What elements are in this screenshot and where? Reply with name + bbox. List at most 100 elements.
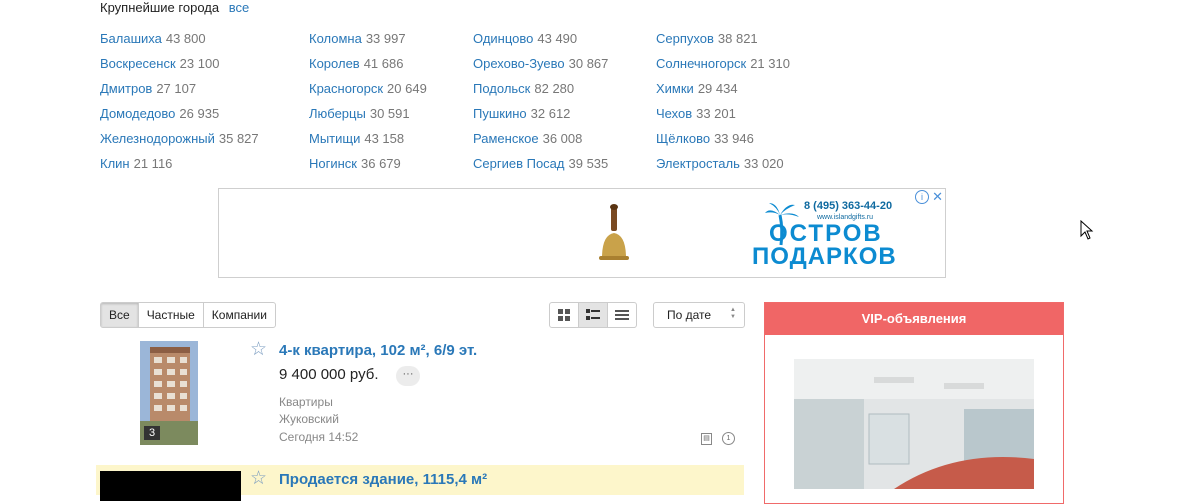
- city-link[interactable]: Химки: [656, 81, 694, 96]
- city-count: 21 116: [133, 156, 173, 171]
- list-view-icon[interactable]: [579, 303, 608, 327]
- city-count: 27 107: [156, 81, 197, 96]
- city-item: Чехов 33 201: [656, 106, 790, 131]
- sort-select[interactable]: По дате ▲ ▼: [653, 302, 745, 328]
- city-link[interactable]: Балашиха: [100, 31, 162, 46]
- mouse-cursor-icon: [1080, 220, 1094, 240]
- city-count: 23 100: [179, 56, 220, 71]
- filter-companies[interactable]: Компании: [204, 303, 275, 327]
- photo-count: 3: [144, 426, 161, 440]
- vip-panel: VIP-объявления: [764, 302, 1064, 504]
- city-link[interactable]: Королев: [309, 56, 360, 71]
- city-item: Солнечногорск 21 310: [656, 56, 790, 81]
- listing-date: Сегодня 14:52: [279, 430, 359, 444]
- city-link[interactable]: Щёлково: [656, 131, 710, 146]
- listing-item[interactable]: 3 ☆ 4-к квартира, 102 м², 6/9 эт. 9 400 …: [96, 336, 744, 456]
- city-link[interactable]: Воскресенск: [100, 56, 176, 71]
- city-count: 30 591: [369, 106, 410, 121]
- city-count: 39 535: [568, 156, 609, 171]
- favorite-star-icon[interactable]: ☆: [250, 338, 267, 361]
- city-count: 21 310: [750, 56, 790, 71]
- seller-filter: Все Частные Компании: [100, 302, 276, 328]
- city-count: 82 280: [534, 81, 575, 96]
- city-count: 20 649: [387, 81, 427, 96]
- cities-column-2: Коломна 33 997 Королев 41 686 Красногорск 20 …: [309, 31, 427, 181]
- close-icon[interactable]: ✕: [932, 189, 943, 205]
- filter-private[interactable]: Частные: [139, 303, 204, 327]
- city-link[interactable]: Орехово-Зуево: [473, 56, 565, 71]
- grid-view-icon[interactable]: [550, 303, 579, 327]
- listing-price: 9 400 000 руб.: [279, 366, 379, 383]
- city-link[interactable]: Красногорск: [309, 81, 383, 96]
- filter-all[interactable]: Все: [101, 303, 139, 327]
- city-item: Воскресенск 23 100: [100, 56, 259, 81]
- compact-view-icon[interactable]: [608, 303, 636, 327]
- city-link[interactable]: Пушкино: [473, 106, 527, 121]
- city-link[interactable]: Чехов: [656, 106, 692, 121]
- more-button[interactable]: ···: [396, 366, 420, 386]
- city-link[interactable]: Клин: [100, 156, 130, 171]
- vip-photo[interactable]: [794, 359, 1034, 489]
- city-count: 29 434: [697, 81, 738, 96]
- city-link[interactable]: Коломна: [309, 31, 362, 46]
- city-item: Одинцово 43 490: [473, 31, 608, 56]
- city-link[interactable]: Мытищи: [309, 131, 360, 146]
- listing-city: Жуковский: [279, 412, 339, 426]
- city-link[interactable]: Люберцы: [309, 106, 366, 121]
- listing-photo[interactable]: [100, 471, 241, 501]
- city-item: Раменское 36 008: [473, 131, 608, 156]
- ad-phone: 8 (495) 363-44-20: [804, 200, 893, 212]
- listing-photo[interactable]: 3: [140, 341, 198, 445]
- listing-category: Квартиры: [279, 395, 333, 409]
- document-icon: ▤: [701, 433, 712, 445]
- info-icon[interactable]: i: [915, 190, 929, 204]
- ad-banner[interactable]: 8 (495) 363-44-20 www.islandgifts.ru ОСТ…: [218, 188, 946, 278]
- city-link[interactable]: Раменское: [473, 131, 539, 146]
- city-link[interactable]: Одинцово: [473, 31, 533, 46]
- city-count: 32 612: [530, 106, 571, 121]
- city-count: 41 686: [363, 56, 404, 71]
- city-item: Дмитров 27 107: [100, 81, 259, 106]
- city-item: Серпухов 38 821: [656, 31, 790, 56]
- all-cities-link[interactable]: все: [229, 0, 250, 15]
- listing-item[interactable]: ☆ Продается здание, 1115,4 м²: [96, 465, 744, 501]
- city-count: 43 158: [364, 131, 405, 146]
- sort-arrows-icon: ▲ ▼: [730, 307, 736, 320]
- city-link[interactable]: Серпухов: [656, 31, 714, 46]
- city-item: Королев 41 686: [309, 56, 427, 81]
- city-link[interactable]: Дмитров: [100, 81, 152, 96]
- city-link[interactable]: Железнодорожный: [100, 131, 215, 146]
- city-item: Щёлково 33 946: [656, 131, 790, 156]
- city-link[interactable]: Солнечногорск: [656, 56, 746, 71]
- city-item: Орехово-Зуево 30 867: [473, 56, 608, 81]
- city-item: Люберцы 30 591: [309, 106, 427, 131]
- city-item: Клин 21 116: [100, 156, 259, 181]
- city-link[interactable]: Сергиев Посад: [473, 156, 565, 171]
- listing-title[interactable]: Продается здание, 1115,4 м²: [279, 471, 487, 488]
- city-link[interactable]: Электросталь: [656, 156, 740, 171]
- city-count: 33 020: [743, 156, 784, 171]
- city-count: 36 679: [361, 156, 401, 171]
- city-link[interactable]: Подольск: [473, 81, 530, 96]
- city-item: Сергиев Посад 39 535: [473, 156, 608, 181]
- cities-column-1: Балашиха 43 800 Воскресенск 23 100 Дмитров 27…: [100, 31, 259, 181]
- listing-title[interactable]: 4-к квартира, 102 м², 6/9 эт.: [279, 342, 477, 359]
- cities-column-3: Одинцово 43 490 Орехово-Зуево 30 867 Подольс…: [473, 31, 608, 181]
- city-count: 33 946: [714, 131, 754, 146]
- city-item: Химки 29 434: [656, 81, 790, 106]
- city-count: 43 800: [165, 31, 206, 46]
- ad-brand-line2: ПОДАРКОВ: [752, 243, 897, 270]
- view-switcher: [549, 302, 637, 328]
- city-item: Коломна 33 997: [309, 31, 427, 56]
- city-link[interactable]: Домодедово: [100, 106, 175, 121]
- clock-icon: 1: [722, 432, 735, 445]
- cities-column-4: Серпухов 38 821 Солнечногорск 21 310 Химки 29…: [656, 31, 790, 181]
- city-count: 43 490: [537, 31, 578, 46]
- city-item: Электросталь 33 020: [656, 156, 790, 181]
- cities-title: Крупнейшие города: [100, 0, 220, 15]
- city-link[interactable]: Ногинск: [309, 156, 357, 171]
- vip-title: VIP-объявления: [765, 303, 1063, 335]
- favorite-star-icon[interactable]: ☆: [250, 467, 267, 490]
- city-item: Мытищи 43 158: [309, 131, 427, 156]
- city-item: Ногинск 36 679: [309, 156, 427, 181]
